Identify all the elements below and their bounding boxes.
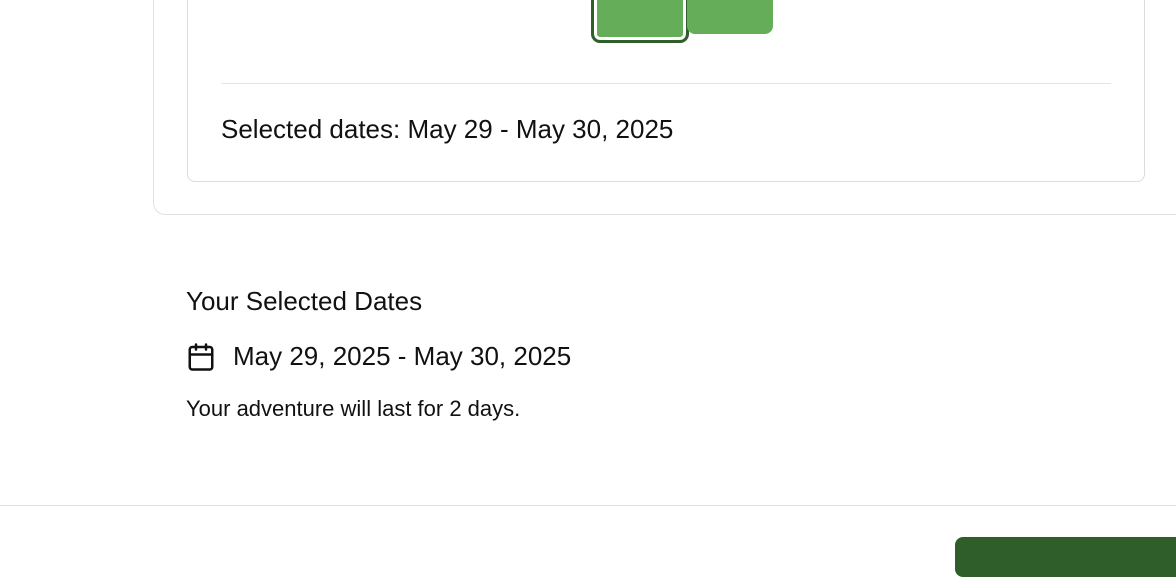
- selected-date-row: May 29, 2025 - May 30, 2025: [186, 341, 571, 372]
- calendar-icon: [188, 342, 214, 371]
- calendar-day-25[interactable]: 25: [245, 0, 331, 34]
- calendar-day-26[interactable]: 26: [333, 0, 419, 34]
- calendar-day-30-in-range[interactable]: 30: [687, 0, 773, 34]
- calendar-day-31[interactable]: 31: [775, 0, 861, 34]
- duration-text: Your adventure will last for 2 days.: [186, 396, 521, 421]
- footer-action-button[interactable]: [955, 537, 1176, 577]
- calendar-day-29-selected[interactable]: 29: [591, 0, 689, 43]
- date-range-text: May 29, 2025 - May 30, 2025: [233, 341, 572, 371]
- footer-divider: [0, 505, 1176, 506]
- calendar-day-27[interactable]: 27: [420, 0, 506, 34]
- divider: [221, 83, 1111, 84]
- section-title: Your Selected Dates: [186, 286, 423, 316]
- calendar-day-28[interactable]: 28: [507, 0, 593, 34]
- selected-dates-summary: Selected dates: May 29 - May 30, 2025: [221, 114, 674, 144]
